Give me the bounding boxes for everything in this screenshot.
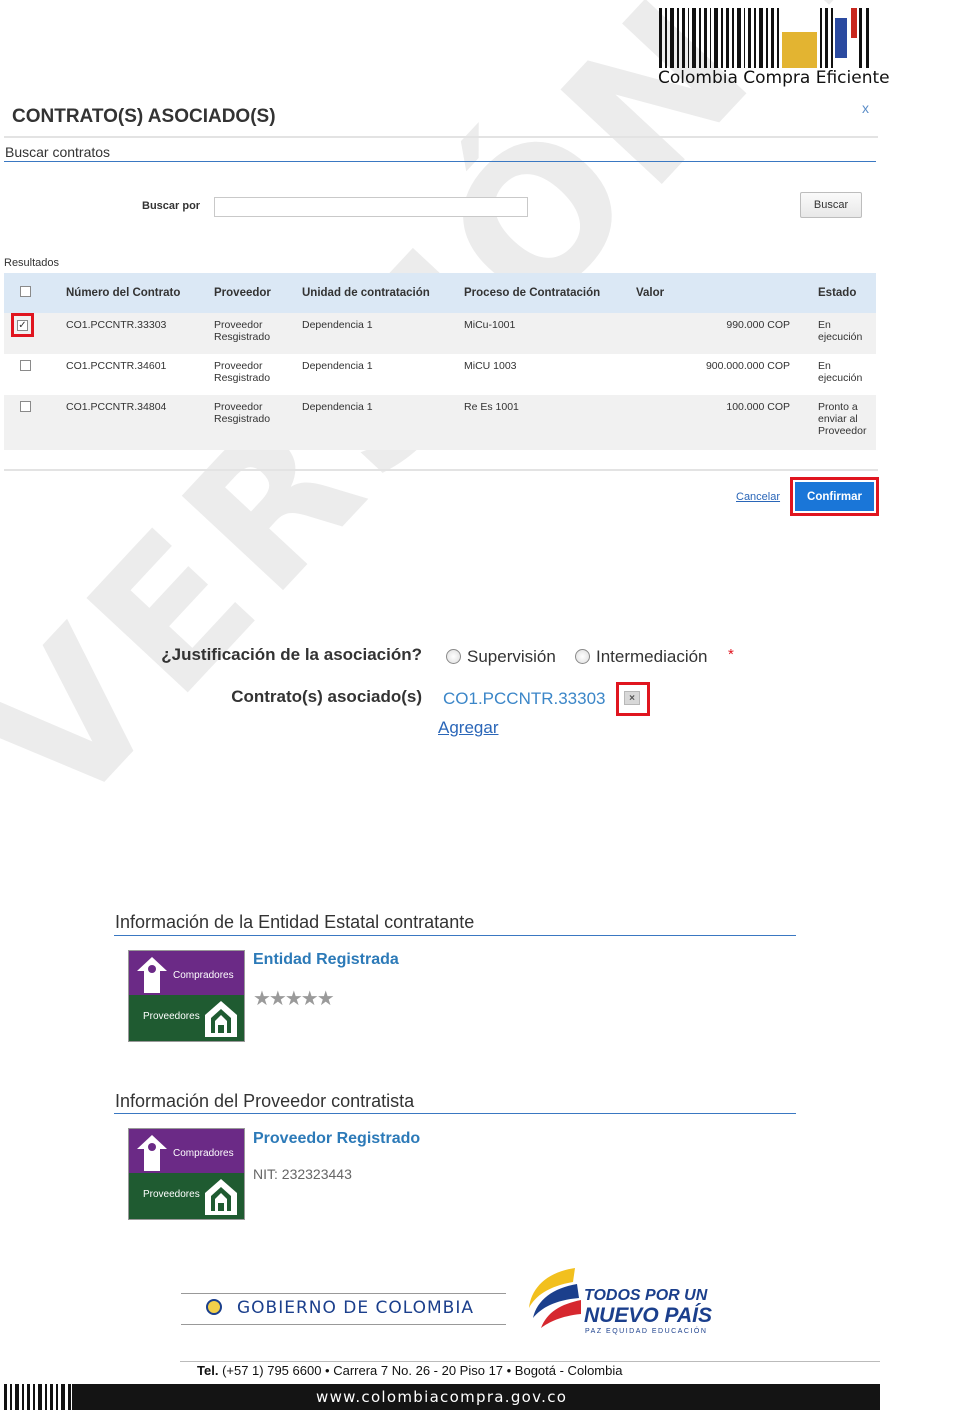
value-cell: 990.000 COP xyxy=(630,313,812,354)
associated-contract-value[interactable]: CO1.PCCNTR.33303 xyxy=(443,689,606,709)
footer-divider xyxy=(180,1361,880,1362)
highlight-box: ✓ xyxy=(11,313,34,337)
cancel-link[interactable]: Cancelar xyxy=(736,491,780,503)
supplier-section-title: Información del Proveedor contratista xyxy=(115,1091,415,1111)
contract-number: CO1.PCCNTR.34601 xyxy=(60,354,208,395)
website-url[interactable]: www.colombiacompra.gov.co xyxy=(316,1388,567,1406)
section-divider xyxy=(4,161,876,162)
campaign-line3: PAZ EQUIDAD EDUCACIÓN xyxy=(585,1328,708,1335)
search-button[interactable]: Buscar xyxy=(800,192,862,218)
search-input[interactable] xyxy=(214,197,528,217)
justification-label: ¿Justificación de la asociación? xyxy=(161,645,422,664)
brand-name: Colombia Compra Eficiente xyxy=(658,68,890,88)
rating-stars-icon: ★★★★★ xyxy=(253,988,335,1010)
tel-text: (+57 1) 795 6600 • Carrera 7 No. 26 - 20… xyxy=(222,1363,623,1378)
badge-bottom-label: Proveedores xyxy=(143,1189,200,1200)
radio-intermediacion[interactable]: Intermediación xyxy=(575,647,708,667)
row-select-cell xyxy=(4,354,60,395)
status-cell: En ejecución xyxy=(812,313,876,354)
process-cell: MiCU 1003 xyxy=(458,354,630,395)
campaign-line2: NUEVO PAÍS xyxy=(584,1304,712,1327)
unit-cell: Dependencia 1 xyxy=(296,313,458,354)
unit-cell: Dependencia 1 xyxy=(296,395,458,450)
badge-top-label: Compradores xyxy=(173,1148,234,1159)
proveedores-band: Proveedores xyxy=(129,1173,244,1219)
supplier-cell: Proveedor Resgistrado xyxy=(208,395,296,450)
todos-por-un-nuevo-pais-logo-icon xyxy=(529,1268,581,1328)
required-mark: * xyxy=(728,646,734,663)
contract-number: CO1.PCCNTR.33303 xyxy=(60,313,208,354)
supplier-house-icon xyxy=(205,1179,237,1215)
column-header-proveedor[interactable]: Proveedor xyxy=(208,273,296,313)
results-table: Número del Contrato Proveedor Unidad de … xyxy=(4,273,876,450)
radio-icon[interactable] xyxy=(446,649,461,664)
compradores-band: Compradores xyxy=(129,1129,244,1173)
contact-info: Tel. (+57 1) 795 6600 • Carrera 7 No. 26… xyxy=(197,1363,622,1378)
search-label: Buscar por xyxy=(142,200,201,212)
row-select-cell xyxy=(4,395,60,450)
row-checkbox-checked[interactable]: ✓ xyxy=(17,320,28,331)
contract-number: CO1.PCCNTR.34804 xyxy=(60,395,208,450)
entity-badge: Compradores Proveedores xyxy=(128,950,245,1042)
table-row[interactable]: ✓ CO1.PCCNTR.33303 Proveedor Resgistrado … xyxy=(4,313,876,354)
buyer-icon xyxy=(137,1135,167,1171)
campaign-line1: TODOS POR UN xyxy=(584,1287,708,1304)
close-icon[interactable]: x xyxy=(862,100,869,116)
remove-icon[interactable]: × xyxy=(624,691,640,705)
entity-name-link[interactable]: Entidad Registrada xyxy=(253,951,399,969)
value-cell: 900.000.000 COP xyxy=(630,354,812,395)
footer-barcode-icon xyxy=(4,1384,71,1410)
buyer-icon xyxy=(137,957,167,993)
search-section-title: Buscar contratos xyxy=(5,144,111,160)
column-header-valor[interactable]: Valor xyxy=(630,273,812,313)
add-link[interactable]: Agregar xyxy=(438,718,498,738)
footer-divider xyxy=(4,469,878,471)
gov-divider-bottom xyxy=(181,1324,506,1325)
supplier-cell: Proveedor Resgistrado xyxy=(208,313,296,354)
section-divider xyxy=(114,1113,796,1114)
column-header-estado[interactable]: Estado xyxy=(812,273,876,313)
supplier-cell: Proveedor Resgistrado xyxy=(208,354,296,395)
title-divider xyxy=(4,136,878,138)
entity-section-title: Información de la Entidad Estatal contra… xyxy=(115,912,475,932)
status-cell: Pronto a enviar al Proveedor xyxy=(812,395,876,450)
table-row[interactable]: CO1.PCCNTR.34804 Proveedor Resgistrado De… xyxy=(4,395,876,450)
row-checkbox[interactable] xyxy=(20,401,31,412)
column-header-unidad[interactable]: Unidad de contratación xyxy=(296,273,458,313)
colombia-compra-barcode-logo xyxy=(659,8,869,68)
radio-icon[interactable] xyxy=(575,649,590,664)
status-cell: En ejecución xyxy=(812,354,876,395)
column-header-proceso[interactable]: Proceso de Contratación xyxy=(458,273,630,313)
gov-divider-top xyxy=(181,1293,506,1294)
badge-bottom-label: Proveedores xyxy=(143,1011,200,1022)
radio-supervision[interactable]: Supervisión xyxy=(446,647,556,667)
process-cell: Re Es 1001 xyxy=(458,395,630,450)
supplier-nit: NIT: 232323443 xyxy=(253,1166,352,1182)
dialog-title: CONTRATO(S) ASOCIADO(S) xyxy=(12,106,276,127)
confirm-button[interactable]: Confirmar xyxy=(795,482,874,511)
gov-logo-text: GOBIERNO DE COLOMBIA xyxy=(237,1298,474,1318)
compradores-band: Compradores xyxy=(129,951,244,995)
supplier-badge: Compradores Proveedores xyxy=(128,1128,245,1220)
table-row[interactable]: CO1.PCCNTR.34601 Proveedor Resgistrado De… xyxy=(4,354,876,395)
process-cell: MiCu-1001 xyxy=(458,313,630,354)
supplier-house-icon xyxy=(205,1001,237,1037)
tel-label: Tel. xyxy=(197,1363,219,1378)
supplier-name-link[interactable]: Proveedor Registrado xyxy=(253,1130,420,1148)
row-checkbox[interactable] xyxy=(20,360,31,371)
section-divider xyxy=(114,935,796,936)
value-cell: 100.000 COP xyxy=(630,395,812,450)
badge-top-label: Compradores xyxy=(173,970,234,981)
select-all-checkbox[interactable] xyxy=(20,286,31,297)
table-header-row: Número del Contrato Proveedor Unidad de … xyxy=(4,273,876,313)
row-select-cell: ✓ xyxy=(4,313,60,354)
associated-contracts-label: Contrato(s) asociado(s) xyxy=(231,687,422,706)
select-all-cell xyxy=(4,273,60,313)
column-header-numero[interactable]: Número del Contrato xyxy=(60,273,208,313)
results-label: Resultados xyxy=(4,257,60,269)
proveedores-band: Proveedores xyxy=(129,995,244,1041)
unit-cell: Dependencia 1 xyxy=(296,354,458,395)
